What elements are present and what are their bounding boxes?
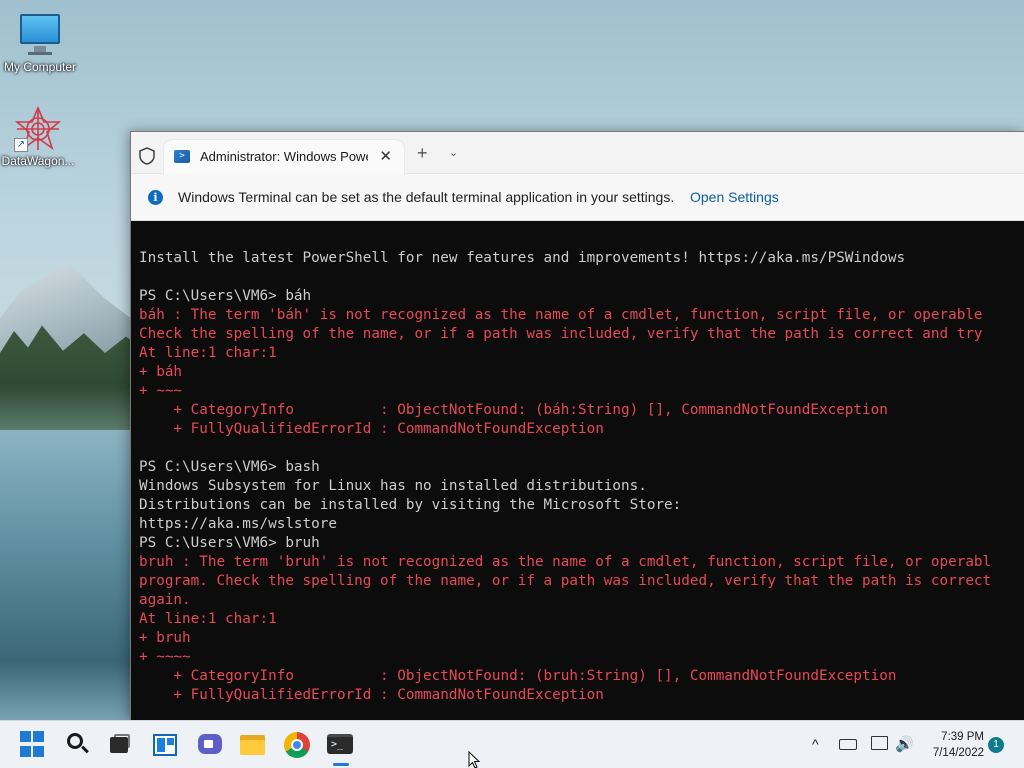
terminal-icon[interactable]: >_ bbox=[326, 731, 354, 759]
console-line: + báh bbox=[139, 364, 183, 380]
console-line: + ~~~~ bbox=[139, 649, 191, 665]
computer-monitor-icon bbox=[16, 12, 64, 58]
chrome-icon[interactable] bbox=[283, 731, 311, 759]
console-line: báh : The term 'báh' is not recognized a… bbox=[139, 307, 983, 323]
console-line: At line:1 char:1 bbox=[139, 611, 277, 627]
desktop-icon-label: My Computer bbox=[3, 60, 77, 74]
info-message: Windows Terminal can be set as the defau… bbox=[178, 189, 675, 205]
taskbar: >_ ^ 🔊 7:39 PM 7/14/2022 1 bbox=[0, 720, 1024, 768]
new-tab-button[interactable]: + bbox=[417, 143, 428, 164]
console-line: program. Check the spelling of the name,… bbox=[139, 573, 992, 589]
console-line: At line:1 char:1 bbox=[139, 345, 277, 361]
desktop-icon-label: DataWagon... bbox=[1, 154, 75, 168]
tab-title: Administrator: Windows PowerShell bbox=[200, 149, 368, 164]
console-line: PS C:\Users\VM6> bash bbox=[139, 459, 320, 475]
desktop-icon-my-computer[interactable]: My Computer bbox=[0, 12, 80, 74]
console-line: https://aka.ms/wslstore bbox=[139, 516, 337, 532]
tab-powershell[interactable]: > Administrator: Windows PowerShell ✕ bbox=[164, 140, 404, 174]
chat-icon[interactable] bbox=[196, 731, 224, 759]
close-tab-icon[interactable]: ✕ bbox=[379, 147, 392, 165]
console-output[interactable]: Install the latest PowerShell for new fe… bbox=[139, 249, 1019, 705]
terminal-window[interactable]: > Administrator: Windows PowerShell ✕ + … bbox=[130, 131, 1024, 721]
widgets-icon[interactable] bbox=[152, 731, 180, 759]
console-line: Distributions can be installed by visiti… bbox=[139, 497, 682, 513]
shield-icon bbox=[139, 147, 155, 165]
clock[interactable]: 7:39 PM 7/14/2022 bbox=[920, 729, 984, 761]
clock-date: 7/14/2022 bbox=[932, 747, 984, 759]
desktop-icon-datawagon[interactable]: ↗ DataWagon... bbox=[0, 105, 78, 168]
console-line: PS C:\Users\VM6> báh bbox=[139, 288, 312, 304]
file-explorer-icon[interactable] bbox=[239, 731, 267, 759]
tab-dropdown-chevron-icon[interactable]: ⌄ bbox=[449, 146, 458, 159]
info-icon: i bbox=[148, 190, 163, 205]
search-icon[interactable] bbox=[64, 731, 92, 759]
console-line: Install the latest PowerShell for new fe… bbox=[139, 250, 906, 266]
start-icon[interactable] bbox=[20, 731, 48, 759]
mouse-cursor-icon bbox=[468, 750, 481, 768]
console-line: + FullyQualifiedErrorId : CommandNotFoun… bbox=[139, 421, 604, 437]
datawagon-app-icon: ↗ bbox=[14, 105, 62, 152]
console-line: + CategoryInfo : ObjectNotFound: (báh:St… bbox=[139, 402, 888, 418]
title-bar[interactable]: > Administrator: Windows PowerShell ✕ + … bbox=[131, 132, 1024, 174]
volume-icon[interactable]: 🔊 bbox=[895, 735, 914, 753]
powershell-icon: > bbox=[174, 150, 190, 163]
console-line: Check the spelling of the name, or if a … bbox=[139, 326, 983, 342]
shortcut-arrow-icon: ↗ bbox=[14, 138, 28, 152]
console-line: + FullyQualifiedErrorId : CommandNotFoun… bbox=[139, 687, 604, 703]
console-line: + CategoryInfo : ObjectNotFound: (bruh:S… bbox=[139, 668, 897, 684]
info-bar: i Windows Terminal can be set as the def… bbox=[131, 174, 1024, 221]
console-line: Windows Subsystem for Linux has no insta… bbox=[139, 478, 647, 494]
clock-time: 7:39 PM bbox=[941, 731, 984, 743]
notification-badge[interactable]: 1 bbox=[988, 737, 1004, 753]
task-view-icon[interactable] bbox=[106, 731, 134, 759]
wallpaper-lake bbox=[0, 430, 140, 720]
show-hidden-icons-chevron-icon[interactable]: ^ bbox=[812, 736, 819, 752]
console-line: + bruh bbox=[139, 630, 191, 646]
open-settings-link[interactable]: Open Settings bbox=[690, 189, 779, 205]
network-icon[interactable] bbox=[871, 736, 888, 750]
console-line: PS C:\Users\VM6> bruh bbox=[139, 535, 320, 551]
console-line: again. bbox=[139, 592, 191, 608]
active-app-indicator bbox=[333, 763, 349, 766]
keyboard-icon[interactable] bbox=[839, 739, 857, 750]
console-line: + ~~~ bbox=[139, 383, 183, 399]
console-line: bruh : The term 'bruh' is not recognized… bbox=[139, 554, 992, 570]
